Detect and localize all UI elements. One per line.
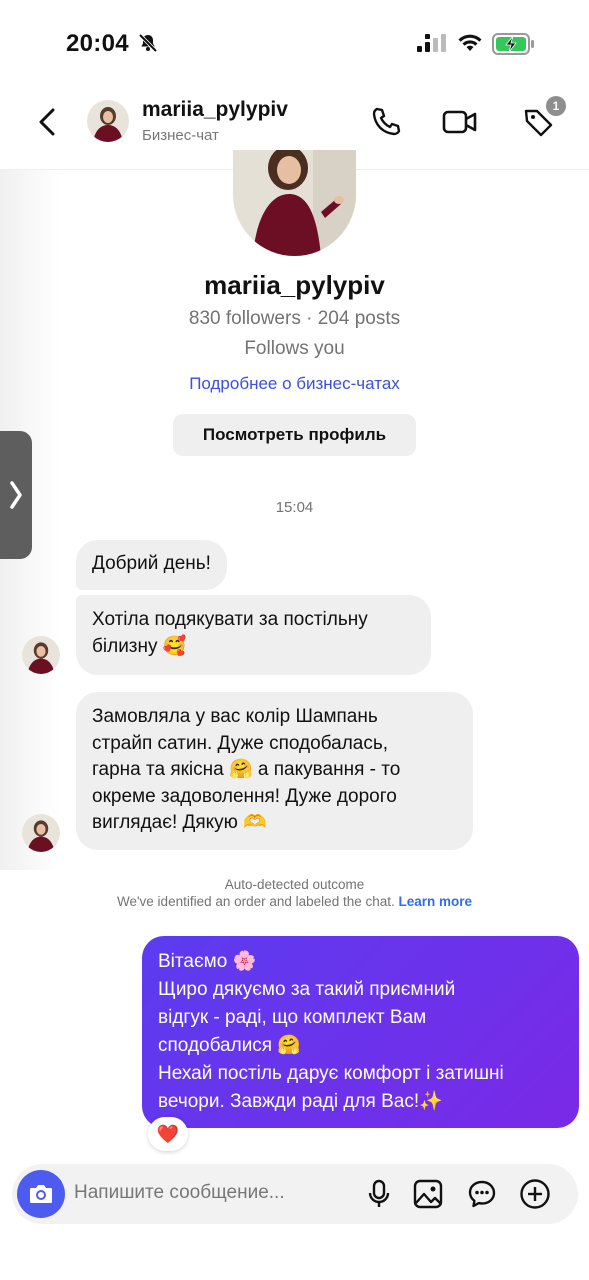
profile-stats: 830 followers · 204 posts xyxy=(188,308,401,329)
back-chevron-icon[interactable] xyxy=(36,106,60,143)
header-username[interactable]: mariia_pylypiv xyxy=(142,98,288,122)
side-panel-handle[interactable] xyxy=(0,431,32,559)
incoming-message[interactable]: Хотіла подякувати за постільну білизну 🥰 xyxy=(76,595,431,675)
follows-you-label: Follows you xyxy=(244,338,345,359)
business-chat-info-link[interactable]: Подробнее о бизнес-чатах xyxy=(0,374,589,394)
microphone-icon[interactable] xyxy=(361,1176,397,1212)
muted-bell-icon xyxy=(138,33,158,58)
header-subtitle: Бизнес-чат xyxy=(142,127,219,144)
message-line: Добрий день! xyxy=(92,553,211,574)
outcome-description-text: We've identified an order and labeled th… xyxy=(116,894,395,909)
view-profile-button[interactable]: Посмотреть профиль xyxy=(173,414,416,456)
cellular-signal-icon xyxy=(417,33,447,58)
gallery-icon[interactable] xyxy=(410,1176,446,1212)
heart-reaction[interactable]: ❤️ xyxy=(148,1117,188,1151)
message-line: Щиро дякуємо за такий приємний xyxy=(158,979,456,1000)
status-time: 20:04 xyxy=(66,30,129,57)
sender-avatar[interactable] xyxy=(22,814,60,852)
sticker-chat-icon[interactable] xyxy=(464,1176,500,1212)
message-line: Замовляла у вас колір Шампань xyxy=(92,706,378,727)
learn-more-link[interactable]: Learn more xyxy=(399,894,473,909)
message-line: білизну 🥰 xyxy=(92,635,187,657)
message-line: вечори. Завжди раді для Вас!✨ xyxy=(158,1091,443,1112)
add-plus-icon[interactable] xyxy=(517,1176,553,1212)
message-line: Вітаємо 🌸 xyxy=(158,951,257,972)
message-line: Хотіла подякувати за постільну xyxy=(92,609,368,630)
sender-avatar[interactable] xyxy=(22,636,60,674)
outcome-description: We've identified an order and labeled th… xyxy=(0,894,589,909)
message-line: страйп сатин. Дуже сподобалась, xyxy=(92,732,389,754)
header-avatar[interactable] xyxy=(87,100,129,142)
video-call-icon[interactable] xyxy=(440,102,480,142)
message-line: гарна та якісна 🤗 а пакування - то xyxy=(92,759,401,780)
profile-username: mariia_pylypiv xyxy=(204,270,385,300)
message-input[interactable]: Напишите сообщение... xyxy=(74,1182,285,1204)
outcome-title: Auto-detected outcome xyxy=(224,877,365,892)
tag-badge-count: 1 xyxy=(546,96,566,116)
profile-avatar[interactable] xyxy=(233,150,356,256)
phone-call-icon[interactable] xyxy=(366,102,406,142)
message-line: сподобалися 🤗 xyxy=(158,1035,302,1056)
message-line: виглядає! Дякую 🫶 xyxy=(92,812,267,833)
battery-charging-icon xyxy=(492,33,536,60)
message-composer: Напишите сообщение... xyxy=(12,1164,578,1224)
camera-icon[interactable] xyxy=(17,1170,65,1218)
wifi-icon xyxy=(456,32,484,58)
incoming-message[interactable]: Замовляла у вас колір Шампань страйп сат… xyxy=(76,692,473,850)
outgoing-message[interactable]: Вітаємо 🌸 Щиро дякуємо за такий приємний… xyxy=(142,936,579,1128)
message-line: окреме задоволення! Дуже дорого xyxy=(92,785,397,807)
message-line: Нехай постіль дарує комфорт і затишні xyxy=(158,1063,504,1084)
message-timestamp: 15:04 xyxy=(275,499,314,516)
incoming-message[interactable]: Добрий день! xyxy=(76,540,227,590)
message-line: відгук - раді, що комплект Вам xyxy=(158,1007,427,1028)
status-bar: 20:04 xyxy=(0,0,589,80)
